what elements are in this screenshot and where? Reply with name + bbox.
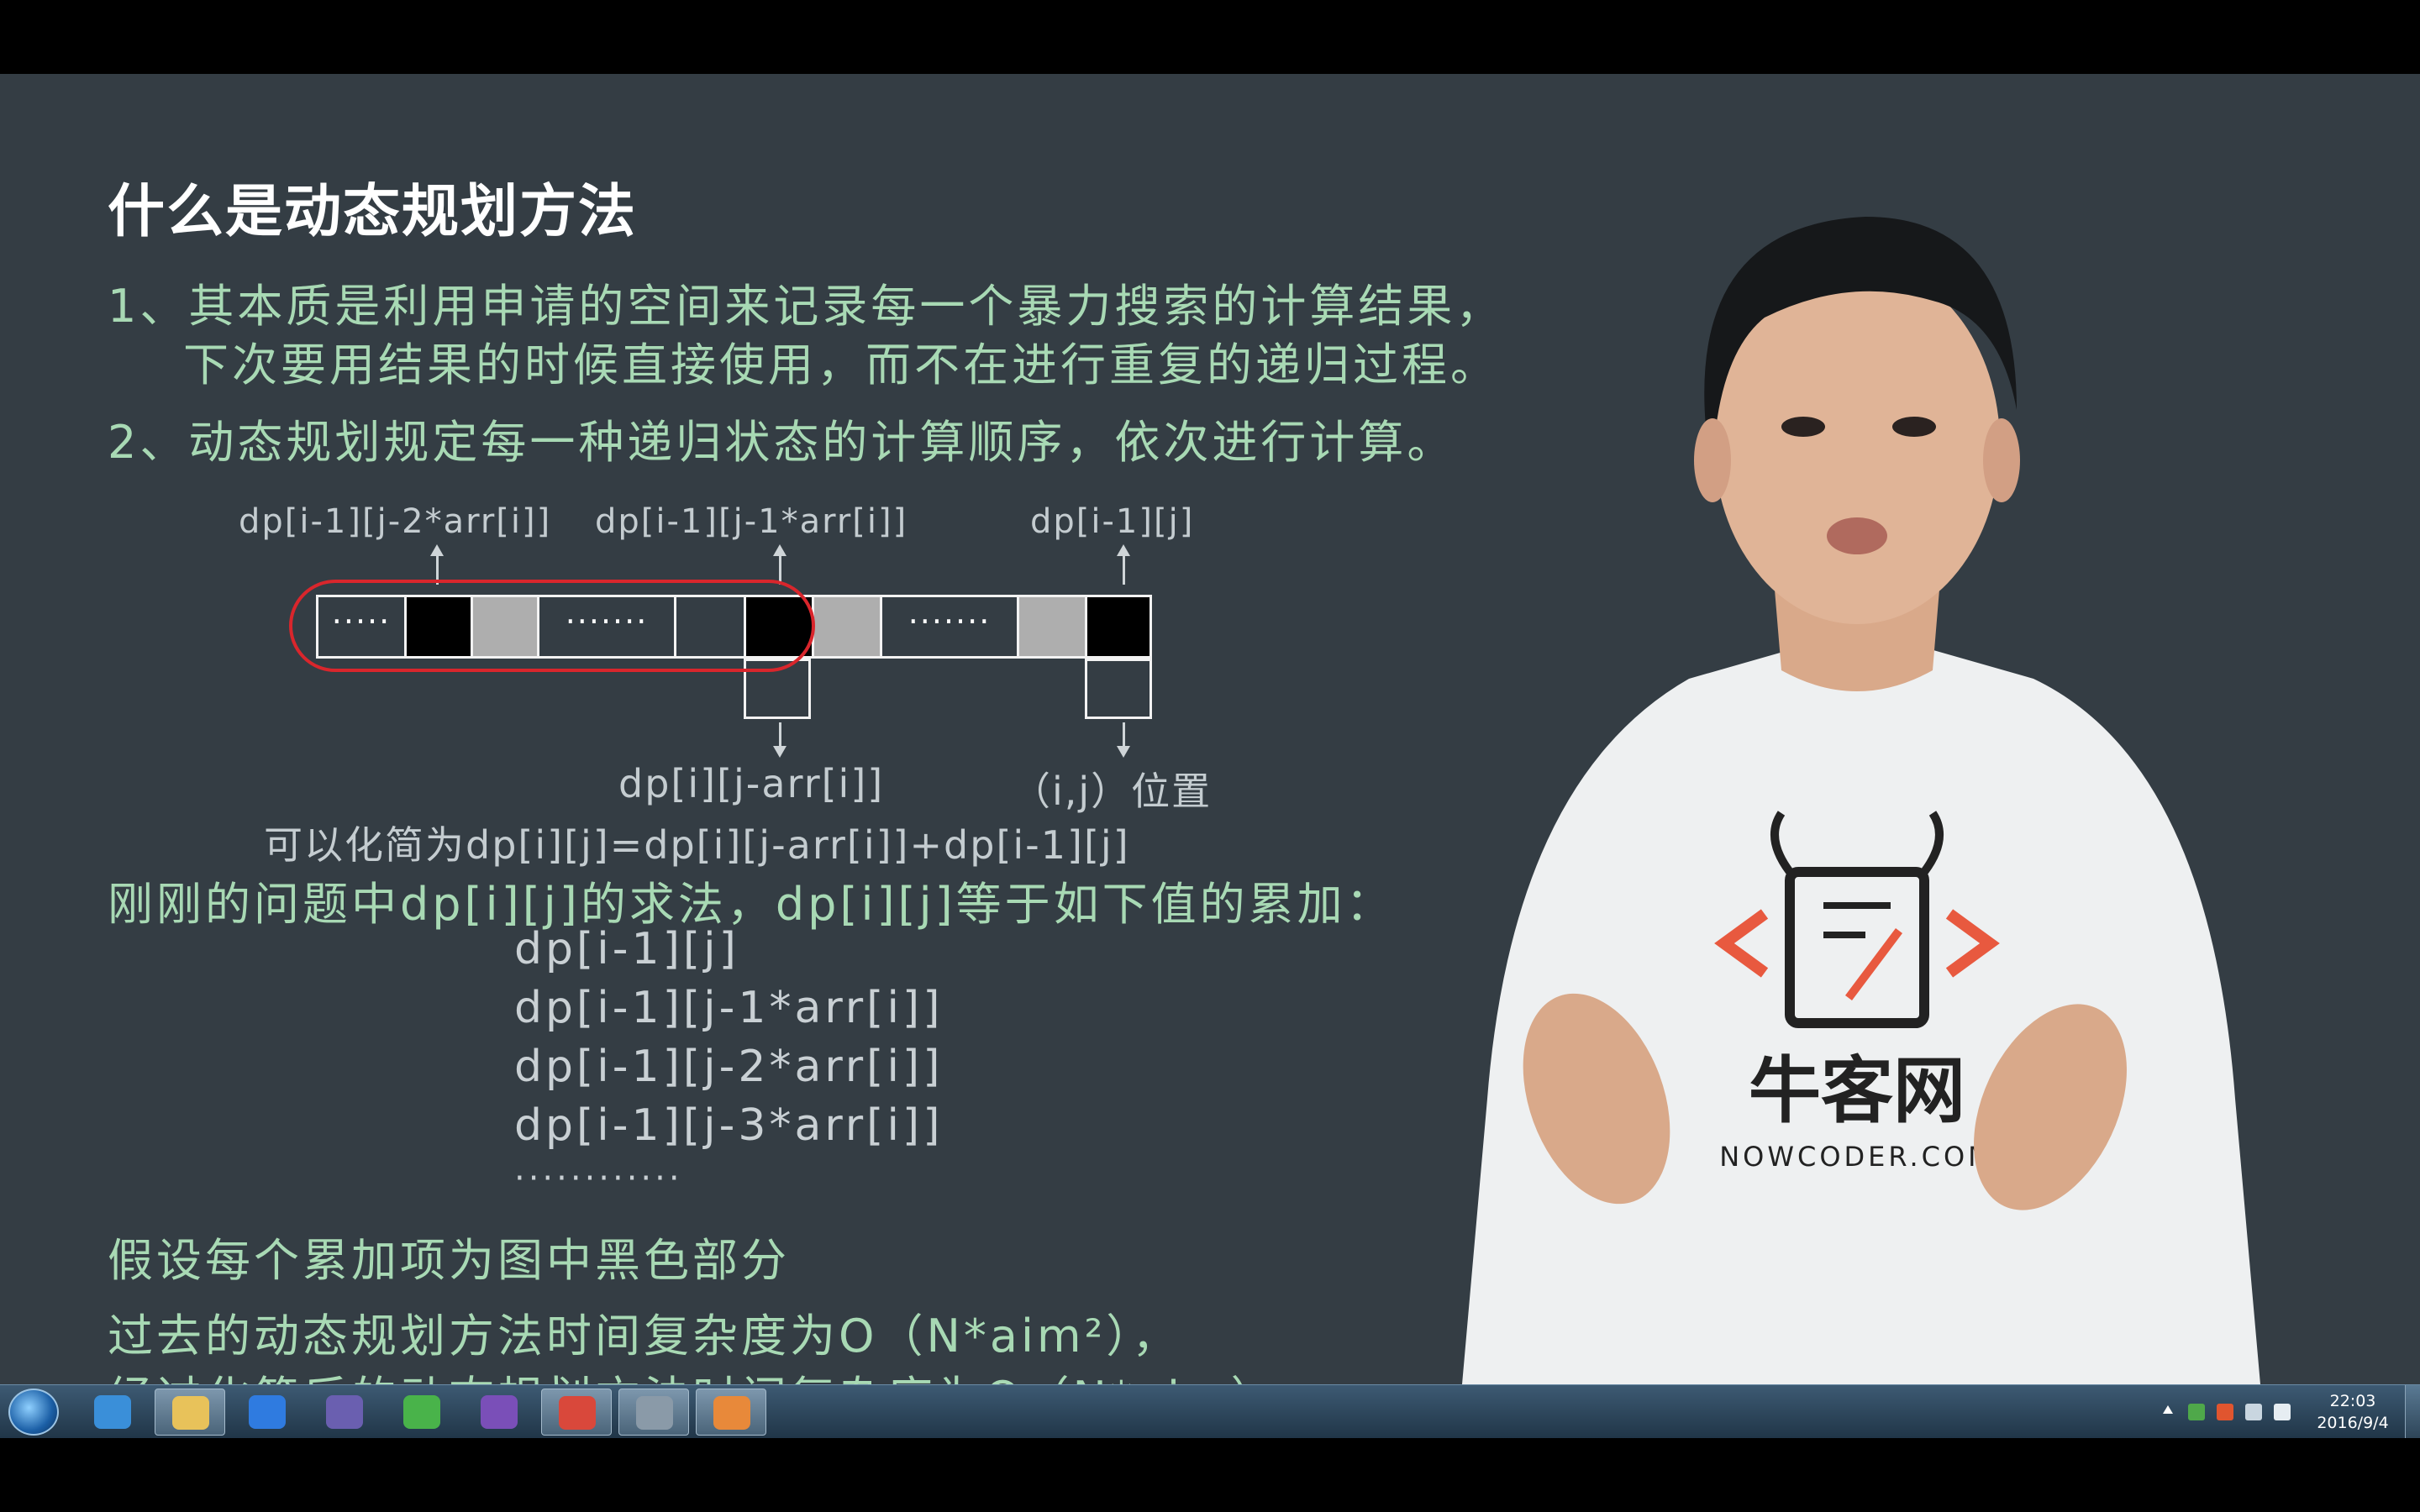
security-tray-icon[interactable]: [2188, 1404, 2205, 1420]
arrow-down-icon: [773, 722, 786, 758]
taskbar-button-ie[interactable]: [77, 1389, 148, 1436]
taskbar-button-video-editor[interactable]: [618, 1389, 689, 1436]
label-dp-j: dp[i-1][j]: [1030, 502, 1195, 541]
visual-studio-icon: [481, 1395, 518, 1429]
complexity-before: 过去的动态规划方法时间复杂度为O（N*aim²），: [108, 1310, 1181, 1362]
label-position: （i,j）位置: [1012, 769, 1213, 814]
assumption: 假设每个累加项为图中黑色部分: [108, 1234, 790, 1287]
video-letterbox-bottom: [0, 1438, 2420, 1512]
baidu-icon: [249, 1395, 286, 1429]
taskbar-button-player[interactable]: [696, 1389, 766, 1436]
taskbar-button-explorer[interactable]: [155, 1389, 225, 1436]
taskbar-button-chrome[interactable]: [541, 1389, 612, 1436]
logo-subtext: NOWCODER.COM: [1719, 1141, 1995, 1173]
clock-date: 2016/9/4: [2317, 1414, 2389, 1432]
show-desktop-button[interactable]: [2405, 1385, 2420, 1439]
system-tray: [2156, 1385, 2299, 1439]
taskbar-clock[interactable]: 22:03 2016/9/4: [2302, 1390, 2403, 1434]
sum-term: dp[i-1][j-1*arr[i]]: [514, 983, 944, 1033]
point-2: 2、动态规划规定每一种递归状态的计算顺序，依次进行计算。: [108, 416, 1456, 469]
taskbar-button-sync[interactable]: [387, 1389, 457, 1436]
presenter-video: 牛客网 NOWCODER.COM: [1462, 217, 2260, 1384]
lecture-slide: 什么是动态规划方法 1、其本质是利用申请的空间来记录每一个暴力搜索的计算结果， …: [0, 74, 2420, 1384]
label-dp-j-2arr: dp[i-1][j-2*arr[i]]: [239, 502, 552, 541]
player-icon: [713, 1396, 750, 1430]
sum-term: dp[i-1][j-2*arr[i]]: [514, 1042, 944, 1092]
sum-term: dp[i-1][j-3*arr[i]]: [514, 1100, 944, 1151]
cell-gray: [1017, 595, 1087, 659]
cell-gray: [812, 595, 882, 659]
network-tray-icon[interactable]: [2245, 1404, 2262, 1420]
point-1-line-2: 下次要用结果的时候直接使用，而不在进行重复的递归过程。: [183, 339, 1499, 391]
video-letterbox-top: [0, 0, 2420, 74]
cell-black: [1085, 595, 1152, 659]
simplification-formula: 可以化简为dp[i][j]=dp[i][j-arr[i]]+dp[i-1][j]: [264, 822, 1130, 868]
chrome-icon: [559, 1396, 596, 1430]
ie-icon: [94, 1395, 131, 1429]
arrow-down-icon: [1117, 722, 1130, 758]
label-dp-j-1arr: dp[i-1][j-1*arr[i]]: [595, 502, 908, 541]
taskbar-button-visual-studio[interactable]: [464, 1389, 534, 1436]
video-editor-icon: [636, 1396, 673, 1430]
sum-ellipsis: ············: [514, 1159, 683, 1198]
arrow-up-icon: [1117, 544, 1130, 585]
tray-expand-icon[interactable]: [2163, 1405, 2173, 1414]
sync-icon: [403, 1395, 440, 1429]
complexity-after: 经过化简后的动态规划方法时间复杂度为O（N*aim）: [108, 1361, 1280, 1384]
sum-term: dp[i-1][j]: [514, 924, 739, 974]
alert-tray-icon[interactable]: [2217, 1404, 2233, 1420]
point-1-line-1: 1、其本质是利用申请的空间来记录每一个暴力搜索的计算结果，: [108, 280, 1505, 333]
start-button[interactable]: [8, 1389, 59, 1436]
slide-title: 什么是动态规划方法: [108, 179, 638, 245]
label-dp-i-j-arr: dp[i][j-arr[i]]: [618, 761, 885, 806]
taskbar-button-baidu[interactable]: [232, 1389, 302, 1436]
taskbar-button-bowtie-app[interactable]: [309, 1389, 380, 1436]
cell-current-position: [1085, 659, 1152, 719]
explorer-icon: [172, 1396, 209, 1430]
bowtie-app-icon: [326, 1395, 363, 1429]
volume-tray-icon[interactable]: [2274, 1404, 2291, 1420]
highlight-oval: [289, 580, 815, 672]
logo-text: 牛客网: [1749, 1049, 1965, 1133]
cell-ellipsis: ·······: [880, 595, 1019, 659]
problem-statement: 刚刚的问题中dp[i][j]的求法，dp[i][j]等于如下值的累加：: [108, 878, 1395, 931]
clock-time: 22:03: [2329, 1392, 2376, 1410]
windows-taskbar: 22:03 2016/9/4: [0, 1384, 2420, 1439]
